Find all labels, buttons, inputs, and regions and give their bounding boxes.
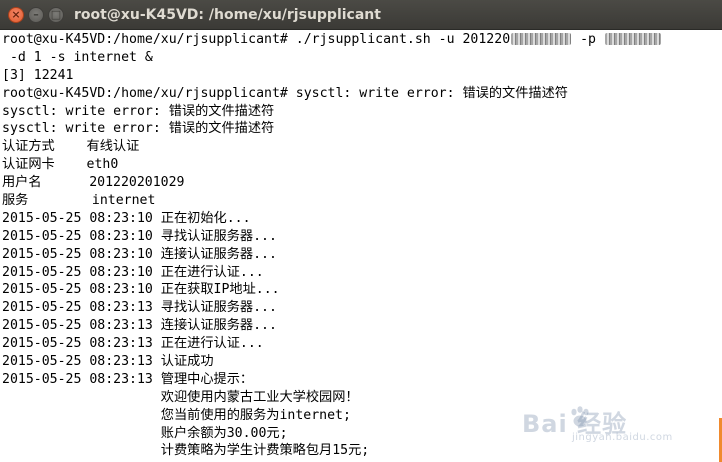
log-line: 2015-05-25 08:23:10 正在获取IP地址...: [2, 282, 280, 298]
log-line: 2015-05-25 08:23:10 正在初始化...: [2, 210, 251, 226]
log-line: 2015-05-25 08:23:13 寻找认证服务器...: [2, 300, 277, 316]
baidu-jingyan-watermark: Bai 经验 jingyan.baidu.com: [522, 404, 692, 444]
log-line: 2015-05-25 08:23:13 管理中心提示：: [2, 371, 254, 387]
prompt-line: root@xu-K45VD:/home/xu/rjsupplicant# sys…: [2, 85, 568, 101]
command-continuation: -d 1 -s internet &: [2, 49, 153, 65]
command-line: root@xu-K45VD:/home/xu/rjsupplicant# ./r…: [2, 31, 722, 49]
redacted-password: [604, 33, 661, 45]
close-button[interactable]: ×: [8, 7, 24, 23]
watermark-url: jingyan.baidu.com: [572, 432, 673, 443]
maximize-icon: □: [50, 8, 62, 21]
title-bar: × – □ root@xu-K45VD: /home/xu/rjsupplica…: [0, 0, 722, 30]
info-line: 认证网卡 eth0: [2, 157, 119, 173]
log-line: 2015-05-25 08:23:13 认证成功: [2, 354, 214, 370]
command-text: root@xu-K45VD:/home/xu/rjsupplicant# ./r…: [2, 32, 511, 47]
minimize-button[interactable]: –: [28, 7, 44, 23]
info-line: 服务 internet: [2, 193, 156, 209]
password-flag: -p: [572, 32, 604, 47]
error-line: sysctl: write error: 错误的文件描述符: [2, 103, 275, 119]
window-title: root@xu-K45VD: /home/xu/rjsupplicant: [74, 7, 381, 23]
redacted-username: [511, 33, 572, 45]
job-id-line: [3] 12241: [2, 67, 74, 83]
info-line: 用户名 201220201029: [2, 175, 185, 191]
notice-line: 计费策略为学生计费策略包月15元;: [2, 443, 370, 459]
close-icon: ×: [11, 8, 21, 21]
minimize-icon: –: [33, 8, 39, 21]
log-line: 2015-05-25 08:23:13 正在进行认证...: [2, 336, 264, 352]
paw-icon: [571, 406, 589, 427]
terminal-window: × – □ root@xu-K45VD: /home/xu/rjsupplica…: [0, 0, 722, 462]
log-line: 2015-05-25 08:23:10 连接认证服务器...: [2, 246, 277, 262]
error-line: sysctl: write error: 错误的文件描述符: [2, 121, 275, 137]
terminal-output[interactable]: root@xu-K45VD:/home/xu/rjsupplicant# ./r…: [0, 31, 722, 462]
maximize-button[interactable]: □: [48, 7, 64, 23]
log-line: 2015-05-25 08:23:10 寻找认证服务器...: [2, 228, 277, 244]
log-line: 2015-05-25 08:23:13 连接认证服务器...: [2, 318, 277, 334]
info-line: 认证方式 有线认证: [2, 139, 140, 155]
log-line: 2015-05-25 08:23:10 正在进行认证...: [2, 264, 264, 280]
